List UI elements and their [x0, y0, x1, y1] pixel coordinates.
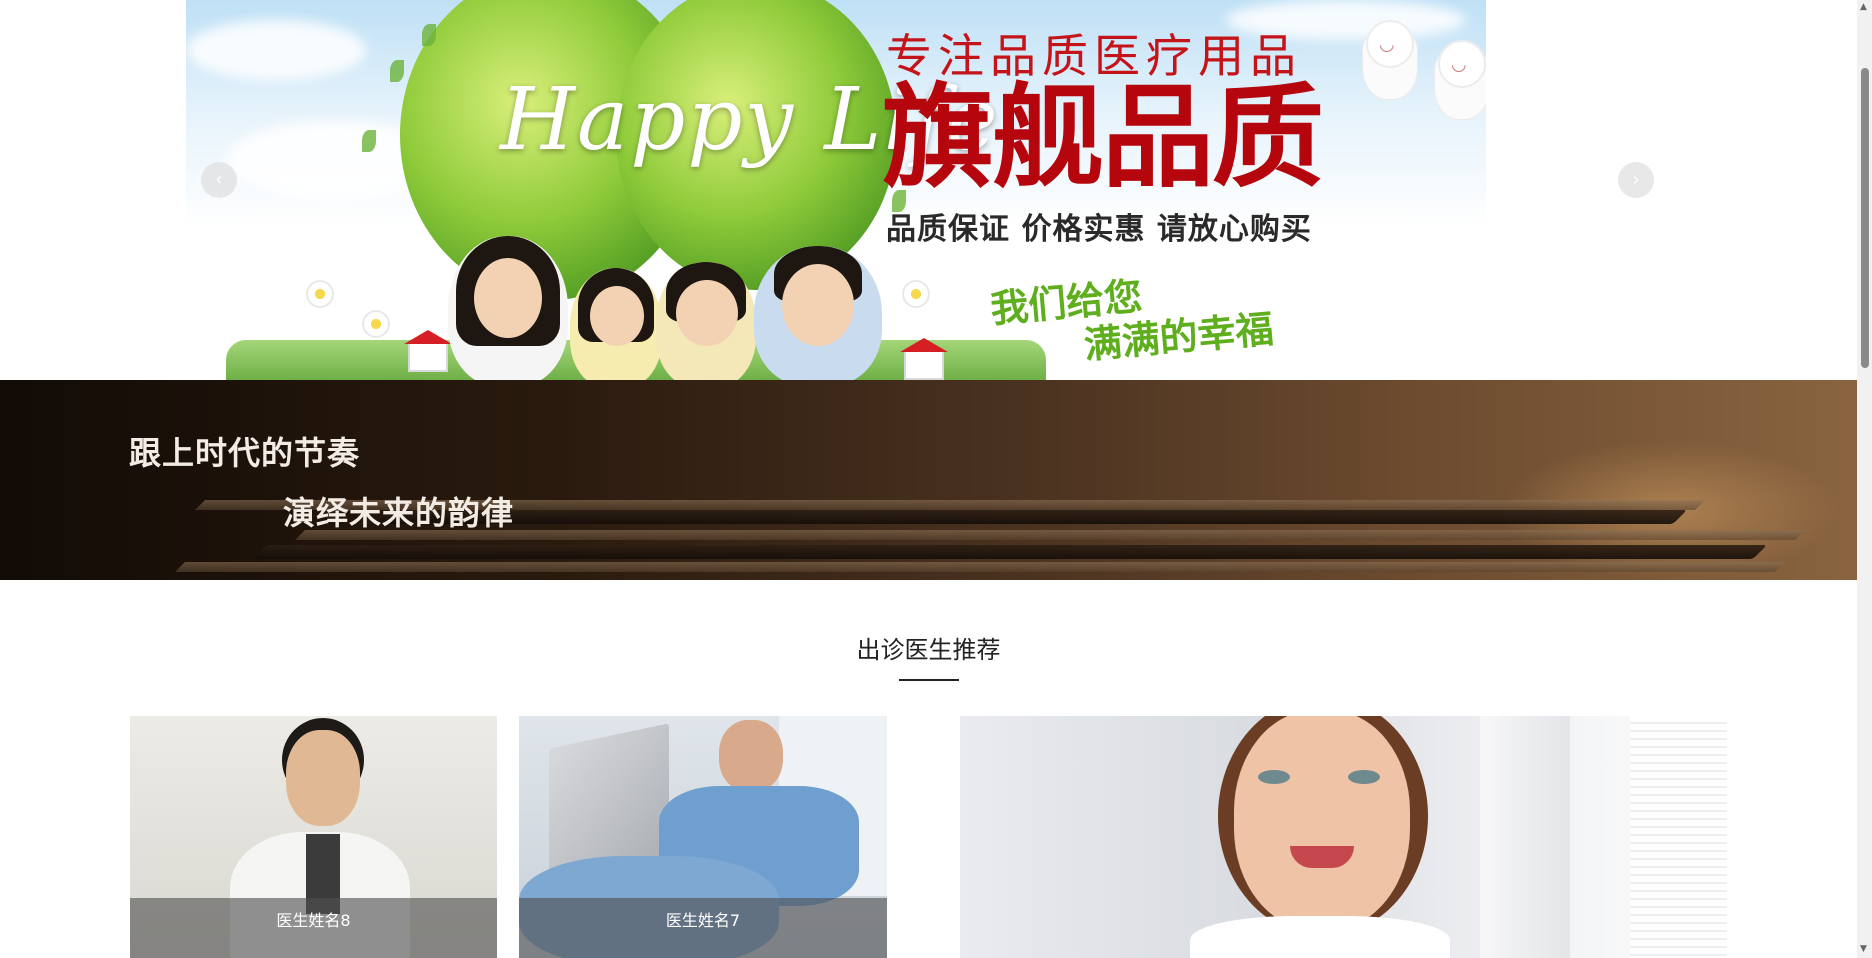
- house: [900, 338, 948, 380]
- hero-subline: 品质保证 价格实惠 请放心购买: [886, 212, 1312, 247]
- leaf: [390, 60, 404, 82]
- section-title: 出诊医生推荐: [856, 636, 1001, 664]
- page: Happy Life 专注品质医疗用品 旗舰品质 品质保证 价格实惠 请放心购买: [0, 0, 1857, 958]
- carousel-next-button[interactable]: ›: [1618, 162, 1654, 198]
- doctor-photo-face: [1234, 716, 1410, 930]
- leaf: [362, 130, 376, 152]
- piano-keys: [175, 562, 1785, 572]
- doctor-photo-face: [286, 730, 360, 826]
- doctor-photo-wall: [1480, 716, 1570, 958]
- scroll-up-arrow-icon[interactable]: ▲: [1860, 2, 1867, 12]
- section-title-underline: [899, 679, 959, 681]
- doctor-card-featured[interactable]: [960, 716, 1727, 958]
- family-boy: [656, 262, 756, 380]
- flower: [306, 280, 334, 308]
- family-mother: [448, 236, 568, 380]
- flower: [362, 310, 390, 338]
- flower: [902, 280, 930, 308]
- doctor-name: 医生姓名7: [519, 898, 887, 958]
- leaf: [422, 24, 436, 46]
- doctor-photo-eye: [1258, 770, 1290, 784]
- doll-head: [1366, 20, 1414, 68]
- hero-carousel[interactable]: Happy Life 专注品质医疗用品 旗舰品质 品质保证 价格实惠 请放心购买: [186, 0, 1486, 380]
- piano-keys: [295, 530, 1805, 540]
- banner-line-2: 演绎未来的韵律: [283, 494, 515, 532]
- cloud: [186, 20, 366, 80]
- doctor-photo-coat: [1190, 916, 1450, 958]
- doctor-photo-face: [719, 720, 783, 792]
- doctor-card-8[interactable]: 医生姓名8: [130, 716, 497, 958]
- hero-slogan: 我们给您 满满的幸福: [989, 264, 1276, 375]
- hero-headline: 旗舰品质: [882, 73, 1324, 203]
- scrollbar-thumb[interactable]: [1861, 68, 1869, 368]
- doll-head: [1438, 40, 1486, 88]
- house: [404, 330, 452, 372]
- banner-line-1: 跟上时代的节奏: [129, 434, 361, 472]
- doctor-photo-blinds: [1630, 716, 1727, 958]
- doctor-photo-eye: [1348, 770, 1380, 784]
- piano-banner: 跟上时代的节奏 演绎未来的韵律: [0, 380, 1857, 580]
- doctor-card-7[interactable]: 医生姓名7: [519, 716, 887, 958]
- piano-keys: [253, 545, 1767, 559]
- scroll-down-arrow-icon[interactable]: ▼: [1860, 944, 1867, 954]
- piano-keys: [373, 510, 1687, 524]
- family-father: [754, 246, 882, 380]
- doctor-name: 医生姓名8: [130, 898, 497, 958]
- family-girl: [570, 268, 662, 380]
- carousel-prev-button[interactable]: ‹: [201, 162, 237, 198]
